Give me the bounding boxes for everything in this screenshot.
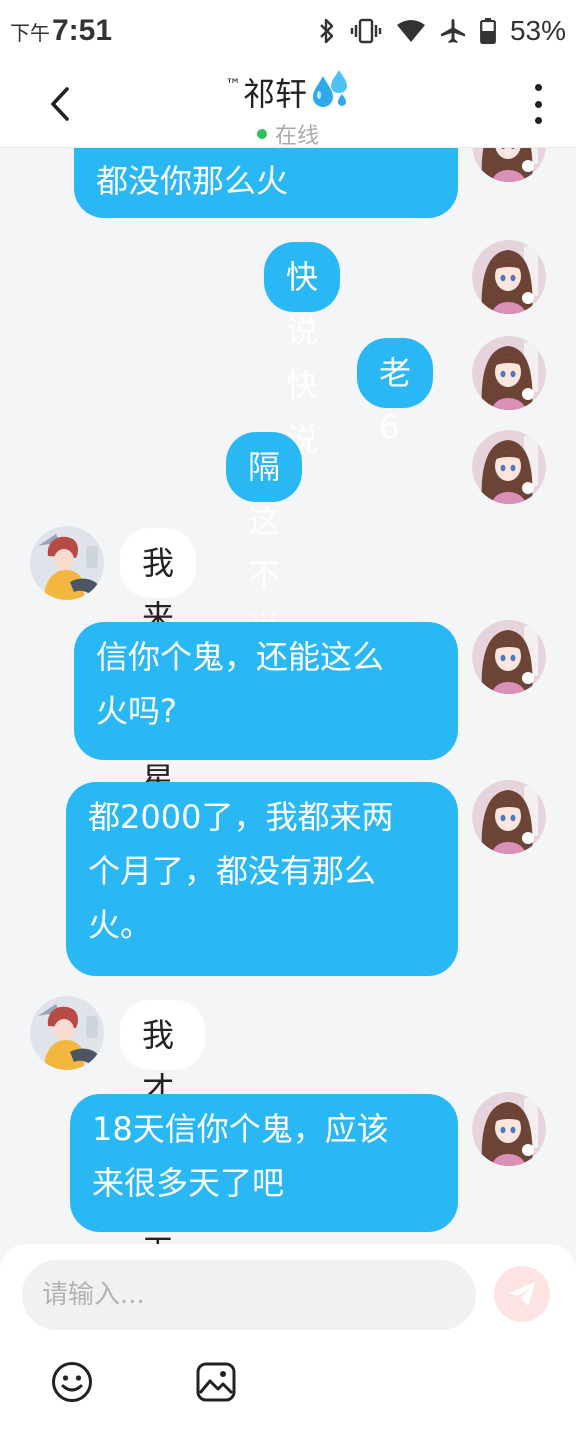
status-time: 7:51 bbox=[52, 14, 113, 47]
my-avatar[interactable] bbox=[472, 336, 546, 410]
my-avatar[interactable] bbox=[472, 1092, 546, 1166]
message-bubble-out[interactable]: 18天信你个鬼，应该 来很多天了吧 bbox=[70, 1094, 458, 1232]
chat-header: ™ 祁轩 在线 bbox=[0, 62, 576, 150]
message-bubble-in[interactable]: 我才来18天 bbox=[120, 1000, 205, 1244]
message-bubble-out[interactable]: 老6 bbox=[357, 338, 434, 446]
message-bubble-out[interactable]: 快说快说 bbox=[264, 242, 341, 458]
contact-avatar[interactable] bbox=[30, 526, 104, 600]
my-avatar[interactable] bbox=[472, 780, 546, 854]
sweat-droplets-emoji bbox=[309, 68, 351, 116]
status-bar: 下午 7:51 53% bbox=[0, 0, 576, 62]
message-bubble-out[interactable]: 信你个鬼，还能这么 火吗? bbox=[74, 622, 458, 760]
contact-avatar[interactable] bbox=[30, 996, 104, 1070]
emoji-icon bbox=[52, 1362, 92, 1402]
my-avatar[interactable] bbox=[472, 430, 546, 504]
send-button[interactable] bbox=[494, 1266, 550, 1322]
my-avatar[interactable] bbox=[472, 240, 546, 314]
status-ampm: 下午 bbox=[10, 23, 50, 45]
emoji-button[interactable] bbox=[50, 1360, 94, 1404]
wifi-icon bbox=[396, 19, 426, 43]
message-bubble-out[interactable]: 隔这不说话 bbox=[226, 432, 303, 702]
online-dot bbox=[256, 129, 267, 139]
trademark-mark: ™ bbox=[224, 74, 241, 94]
my-avatar[interactable] bbox=[472, 620, 546, 694]
airplane-icon bbox=[440, 18, 466, 44]
battery-icon bbox=[480, 18, 496, 44]
online-status: 在线 bbox=[0, 118, 576, 150]
image-icon bbox=[196, 1362, 236, 1402]
online-status-label: 在线 bbox=[274, 124, 319, 149]
message-bubble-in[interactable]: 我来三个星期不到 bbox=[120, 528, 197, 960]
message-list[interactable]: 都没你那么火 快说快说 老6 隔这不说话 我来三个星期不到 信你个鬼，还能这么 … bbox=[0, 148, 576, 1244]
contact-title: ™ 祁轩 在线 bbox=[0, 68, 576, 150]
my-avatar[interactable] bbox=[472, 148, 546, 182]
battery-percent: 53% bbox=[509, 15, 566, 46]
image-button[interactable] bbox=[194, 1360, 238, 1404]
more-vertical-icon bbox=[534, 84, 542, 91]
contact-name: 祁轩 bbox=[242, 75, 307, 113]
send-icon bbox=[509, 1282, 535, 1306]
message-bubble-out[interactable]: 都没你那么火 bbox=[74, 148, 458, 218]
more-options-button[interactable] bbox=[530, 84, 546, 124]
vibrate-icon bbox=[350, 18, 382, 44]
bluetooth-icon bbox=[318, 18, 336, 44]
message-input[interactable] bbox=[22, 1260, 476, 1330]
message-bubble-out[interactable]: 都2000了，我都来两 个月了，都没有那么 火。 bbox=[66, 782, 458, 976]
composer bbox=[0, 1244, 576, 1440]
